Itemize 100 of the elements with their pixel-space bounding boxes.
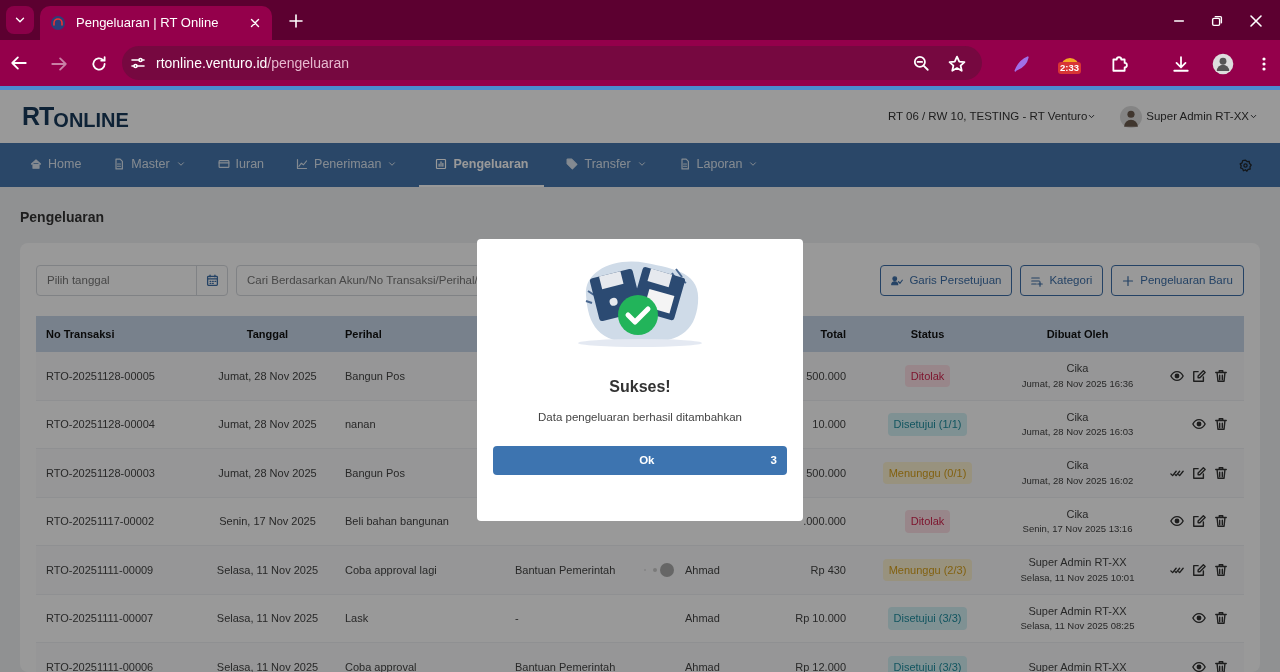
list-add-icon xyxy=(1031,274,1044,287)
chevron-down-icon[interactable] xyxy=(1087,112,1097,121)
table-cell: Jumat, 28 Nov 2025 xyxy=(218,369,317,382)
table-cell: Jumat, 28 Nov 2025 xyxy=(218,418,317,430)
view-icon[interactable] xyxy=(1170,368,1184,383)
view-icon[interactable] xyxy=(1170,514,1184,529)
nav-tab[interactable]: Laporan xyxy=(668,143,769,187)
chevron-down-icon[interactable] xyxy=(1249,112,1258,121)
date-picker-field[interactable]: Pilih tanggal xyxy=(36,265,228,296)
home-icon xyxy=(30,158,42,170)
table-cell: 10.000 xyxy=(812,418,846,430)
column-header: Total xyxy=(820,327,846,340)
document-icon xyxy=(113,158,126,170)
tag-icon xyxy=(566,158,579,170)
dialog-title: Sukses! xyxy=(609,377,671,397)
column-header: No Transaksi xyxy=(46,327,115,340)
toolbar-button[interactable]: Pengeluaran Baru xyxy=(1111,265,1244,296)
headphones-icon xyxy=(50,15,66,31)
delete-icon[interactable] xyxy=(1214,659,1228,672)
table-cell: RTO-20251128-00004 xyxy=(46,418,155,430)
table-cell: Ahmad xyxy=(685,563,720,576)
status-badge: Menunggu (0/1) xyxy=(882,461,973,484)
table-cell: 500.000 xyxy=(806,466,846,479)
table-cell: Beli bahan bangunan xyxy=(345,515,449,527)
site-settings-icon[interactable] xyxy=(130,55,146,71)
profile-avatar-icon[interactable] xyxy=(1212,52,1234,75)
delete-icon[interactable] xyxy=(1214,562,1228,577)
delete-icon[interactable] xyxy=(1214,417,1228,432)
table-cell: RTO-20251111-00006 xyxy=(46,660,154,672)
nav-tab[interactable]: Master xyxy=(103,143,196,187)
table-cell: Selasa, 11 Nov 2025 xyxy=(216,660,319,672)
table-cell: Rp 430 xyxy=(810,563,846,576)
table-cell: RTO-20251111-00009 xyxy=(46,563,154,576)
edit-icon[interactable] xyxy=(1192,368,1206,383)
status-badge: Disetujui (3/3) xyxy=(887,607,968,630)
column-header: Perihal xyxy=(345,327,382,340)
table-cell: Coba approval lagi xyxy=(345,563,437,576)
calendar-icon xyxy=(205,274,219,287)
column-header: Status xyxy=(910,327,945,340)
created-time: Jumat, 28 Nov 2025 16:03 xyxy=(1020,425,1135,440)
feather-icon[interactable] xyxy=(1012,54,1030,73)
table-cell: Bangun Pos xyxy=(345,369,405,382)
user-check-icon xyxy=(891,274,904,287)
table-cell: Coba approval xyxy=(345,660,417,672)
zoom-out-icon[interactable] xyxy=(912,54,930,72)
nav-tab[interactable]: Transfer xyxy=(556,143,657,187)
user-menu[interactable]: Super Admin RT-XX xyxy=(1146,107,1249,126)
table-cell: Rp 12.000 xyxy=(795,660,846,672)
table-cell: .000.000 xyxy=(803,515,846,527)
download-icon[interactable] xyxy=(1172,54,1190,73)
edit-icon[interactable] xyxy=(1192,562,1206,577)
table-cell: RTO-20251117-00002 xyxy=(46,515,155,527)
plus-icon[interactable] xyxy=(288,12,304,29)
table-cell: RTO-20251128-00005 xyxy=(46,369,155,382)
page-title: Pengeluaran xyxy=(20,208,106,227)
table-cell: Ahmad xyxy=(685,612,720,624)
nav-tab[interactable]: Pengeluaran xyxy=(419,143,545,187)
table-cell: nanan xyxy=(345,418,376,430)
delete-icon[interactable] xyxy=(1214,514,1228,529)
delete-icon[interactable] xyxy=(1214,465,1228,480)
nav-tab[interactable]: Home xyxy=(20,143,92,187)
ok-button[interactable]: Ok 3 xyxy=(493,446,787,476)
creator-name: Super Admin RT-XX xyxy=(1027,659,1128,672)
table-cell-text: Bantuan Pemerintah xyxy=(515,562,616,578)
creator-name: Super Admin RT-XX xyxy=(1027,603,1128,619)
delete-icon[interactable] xyxy=(1214,368,1228,383)
restore-icon[interactable] xyxy=(1210,13,1224,28)
address-bar[interactable]: rtonline.venturo.id/pengeluaran xyxy=(122,46,982,80)
bar-chart-icon xyxy=(435,158,448,170)
table-cell: Selasa, 11 Nov 2025 xyxy=(216,563,319,576)
browser-tab[interactable]: Pengeluaran | RT Online xyxy=(40,6,272,40)
status-badge: Disetujui (1/1) xyxy=(887,413,968,436)
nav-tab[interactable]: Iuran xyxy=(207,143,275,187)
star-icon[interactable] xyxy=(948,54,966,73)
back-icon[interactable] xyxy=(10,54,28,72)
toolbar-button[interactable]: Kategori xyxy=(1020,265,1104,296)
view-icon[interactable] xyxy=(1192,611,1206,626)
table-cell: Senin, 17 Nov 2025 xyxy=(219,515,316,527)
view-icon[interactable] xyxy=(1192,659,1206,672)
created-time: Selasa, 11 Nov 2025 10:01 xyxy=(1019,570,1136,585)
view-icon[interactable] xyxy=(1192,417,1206,432)
edit-icon[interactable] xyxy=(1192,514,1206,529)
timer-badge: 2:33 xyxy=(1058,62,1081,74)
extension-button[interactable]: 2:33 xyxy=(1060,50,1080,76)
puzzle-icon[interactable] xyxy=(1110,54,1128,73)
close-icon[interactable] xyxy=(248,16,262,30)
reload-icon[interactable] xyxy=(90,54,108,73)
nav-tab[interactable]: Penerimaan xyxy=(286,143,408,187)
table-cell-text: - xyxy=(515,611,519,626)
created-time: Senin, 17 Nov 2025 13:16 xyxy=(1021,522,1134,537)
status-badge: Ditolak xyxy=(904,364,951,387)
dialog-message: Data pengeluaran berhasil ditambahkan xyxy=(538,410,742,425)
close-icon[interactable] xyxy=(1248,12,1264,29)
location-dropdown[interactable]: RT 06 / RW 10, TESTING - RT Venturo xyxy=(887,107,1088,126)
created-time: Jumat, 28 Nov 2025 16:36 xyxy=(1020,376,1135,391)
toolbar-button[interactable]: Garis Persetujuan xyxy=(880,265,1013,296)
edit-icon[interactable] xyxy=(1192,465,1206,480)
delete-icon[interactable] xyxy=(1214,611,1228,626)
table-cell-text: Bantuan Pemerintah xyxy=(515,659,616,672)
created-time: Selasa, 11 Nov 2025 08:25 xyxy=(1019,619,1136,634)
